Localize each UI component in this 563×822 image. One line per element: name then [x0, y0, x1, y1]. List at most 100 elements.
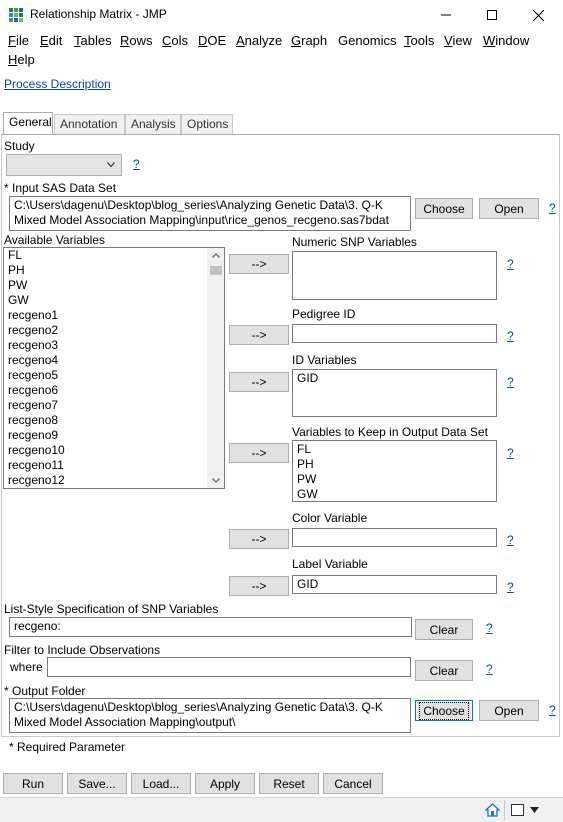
filter-where-field[interactable]	[47, 657, 411, 677]
output-choose-button[interactable]: Choose	[415, 700, 473, 721]
filter-help-link[interactable]: ?	[486, 662, 493, 676]
menu-cols[interactable]: Cols	[162, 33, 188, 48]
list-item[interactable]: recgeno7	[8, 398, 204, 413]
id-variables-list[interactable]: GID	[292, 369, 497, 417]
input-data-help-link[interactable]: ?	[549, 201, 556, 215]
apply-button[interactable]: Apply	[195, 773, 255, 794]
menu-rows[interactable]: Rows	[120, 33, 153, 48]
add-label-variable-button[interactable]: -->	[229, 576, 289, 596]
list-item[interactable]: recgeno6	[8, 383, 204, 398]
list-item[interactable]: recgeno1	[8, 308, 204, 323]
run-button[interactable]: Run	[3, 773, 63, 794]
menu-help[interactable]: Help	[8, 52, 35, 67]
tab-annotation[interactable]: Annotation	[54, 114, 125, 134]
numeric-snp-help-link[interactable]: ?	[507, 257, 514, 271]
tab-general[interactable]: General	[3, 112, 53, 135]
keep-variables-list[interactable]: FL PH PW GW	[292, 440, 497, 502]
reset-button[interactable]: Reset	[259, 773, 319, 794]
input-data-path-line2: Mixed Model Association Mapping\input\ri…	[14, 213, 389, 227]
arrow-label: -->	[251, 532, 267, 546]
pedigree-id-help-link[interactable]: ?	[507, 329, 514, 343]
add-keep-variables-button[interactable]: -->	[229, 443, 289, 463]
load-label: Load...	[142, 776, 180, 791]
list-style-clear-label: Clear	[429, 622, 459, 637]
scroll-down-icon[interactable]	[212, 478, 220, 483]
tab-options[interactable]: Options	[181, 114, 233, 134]
home-icon[interactable]	[485, 803, 500, 817]
list-item[interactable]: GW	[8, 293, 204, 308]
menu-window[interactable]: Window	[483, 33, 529, 48]
output-folder-path-field[interactable]: C:\Users\dagenu\Desktop\blog_series\Anal…	[9, 698, 411, 733]
window-layout-icon[interactable]	[511, 804, 524, 816]
filter-clear-button[interactable]: Clear	[415, 660, 473, 681]
input-open-button[interactable]: Open	[479, 198, 539, 219]
label-variable-field[interactable]: GID	[292, 575, 497, 594]
list-item[interactable]: recgeno4	[8, 353, 204, 368]
study-select[interactable]	[6, 154, 122, 176]
required-parameter-note: * Required Parameter	[9, 740, 126, 754]
close-button[interactable]	[515, 0, 561, 30]
status-bar	[0, 797, 563, 822]
load-button[interactable]: Load...	[131, 773, 191, 794]
list-style-field[interactable]: recgeno:	[9, 617, 412, 637]
add-pedigree-id-button[interactable]: -->	[229, 325, 289, 345]
list-item[interactable]: FL	[8, 248, 204, 263]
add-id-variables-button[interactable]: -->	[229, 372, 289, 392]
list-item[interactable]: recgeno8	[8, 413, 204, 428]
list-item[interactable]: recgeno3	[8, 338, 204, 353]
output-folder-help-link[interactable]: ?	[549, 703, 556, 717]
add-numeric-snp-button[interactable]: -->	[229, 254, 289, 274]
scroll-up-icon[interactable]	[212, 253, 220, 258]
list-item[interactable]: PH	[297, 457, 492, 472]
filter-where-label: where	[10, 660, 43, 674]
list-item[interactable]: recgeno12	[8, 473, 204, 488]
color-variable-field[interactable]	[292, 528, 497, 547]
dropdown-arrow-icon[interactable]	[530, 807, 539, 813]
add-color-variable-button[interactable]: -->	[229, 529, 289, 549]
menu-genomics[interactable]: Genomics	[338, 33, 397, 48]
color-variable-help-link[interactable]: ?	[507, 533, 514, 547]
process-description-link[interactable]: Process Description	[4, 77, 111, 91]
menu-doe[interactable]: DOE	[198, 33, 226, 48]
minimize-button[interactable]	[423, 0, 469, 30]
list-item[interactable]: GW	[297, 487, 492, 501]
menu-edit[interactable]: Edit	[40, 33, 62, 48]
save-button[interactable]: Save...	[67, 773, 127, 794]
menu-tools[interactable]: Tools	[404, 33, 434, 48]
label-variable-help-link[interactable]: ?	[507, 580, 514, 594]
pedigree-id-field[interactable]	[292, 324, 497, 343]
list-item[interactable]: FL	[297, 442, 492, 457]
tab-analysis[interactable]: Analysis	[125, 114, 181, 134]
list-item[interactable]: recgeno2	[8, 323, 204, 338]
menu-graph[interactable]: Graph	[291, 33, 327, 48]
keep-variables-help-link[interactable]: ?	[507, 446, 514, 460]
list-item[interactable]: recgeno10	[8, 443, 204, 458]
scroll-thumb[interactable]	[210, 266, 222, 275]
output-open-button[interactable]: Open	[479, 700, 539, 721]
numeric-snp-list[interactable]	[292, 251, 497, 300]
menu-file[interactable]: File	[8, 33, 29, 48]
study-help-link[interactable]: ?	[133, 157, 140, 171]
list-style-clear-button[interactable]: Clear	[415, 619, 473, 640]
list-item[interactable]: recgeno11	[8, 458, 204, 473]
list-item[interactable]: GID	[297, 371, 492, 386]
menu-tables[interactable]: Tables	[74, 33, 112, 48]
maximize-button[interactable]	[469, 0, 515, 30]
list-item[interactable]: PW	[8, 278, 204, 293]
input-choose-button[interactable]: Choose	[415, 198, 473, 219]
available-variables-list[interactable]: FL PH PW GW recgeno1 recgeno2 recgeno3 recgeno4…	[3, 247, 225, 489]
available-variables-scrollbar[interactable]	[207, 248, 224, 488]
run-label: Run	[21, 776, 44, 791]
menu-analyze[interactable]: Analyze	[236, 33, 282, 48]
list-style-help-link[interactable]: ?	[486, 621, 493, 635]
list-item[interactable]: PW	[297, 472, 492, 487]
output-folder-path-line1: C:\Users\dagenu\Desktop\blog_series\Anal…	[14, 700, 383, 714]
input-data-path-field[interactable]: C:\Users\dagenu\Desktop\blog_series\Anal…	[9, 196, 411, 231]
list-item[interactable]: PH	[8, 263, 204, 278]
id-variables-help-link[interactable]: ?	[507, 375, 514, 389]
list-item[interactable]: recgeno9	[8, 428, 204, 443]
list-item[interactable]: recgeno5	[8, 368, 204, 383]
menu-view[interactable]: View	[444, 33, 472, 48]
id-variables-label: ID Variables	[292, 353, 357, 367]
cancel-button[interactable]: Cancel	[323, 773, 383, 794]
